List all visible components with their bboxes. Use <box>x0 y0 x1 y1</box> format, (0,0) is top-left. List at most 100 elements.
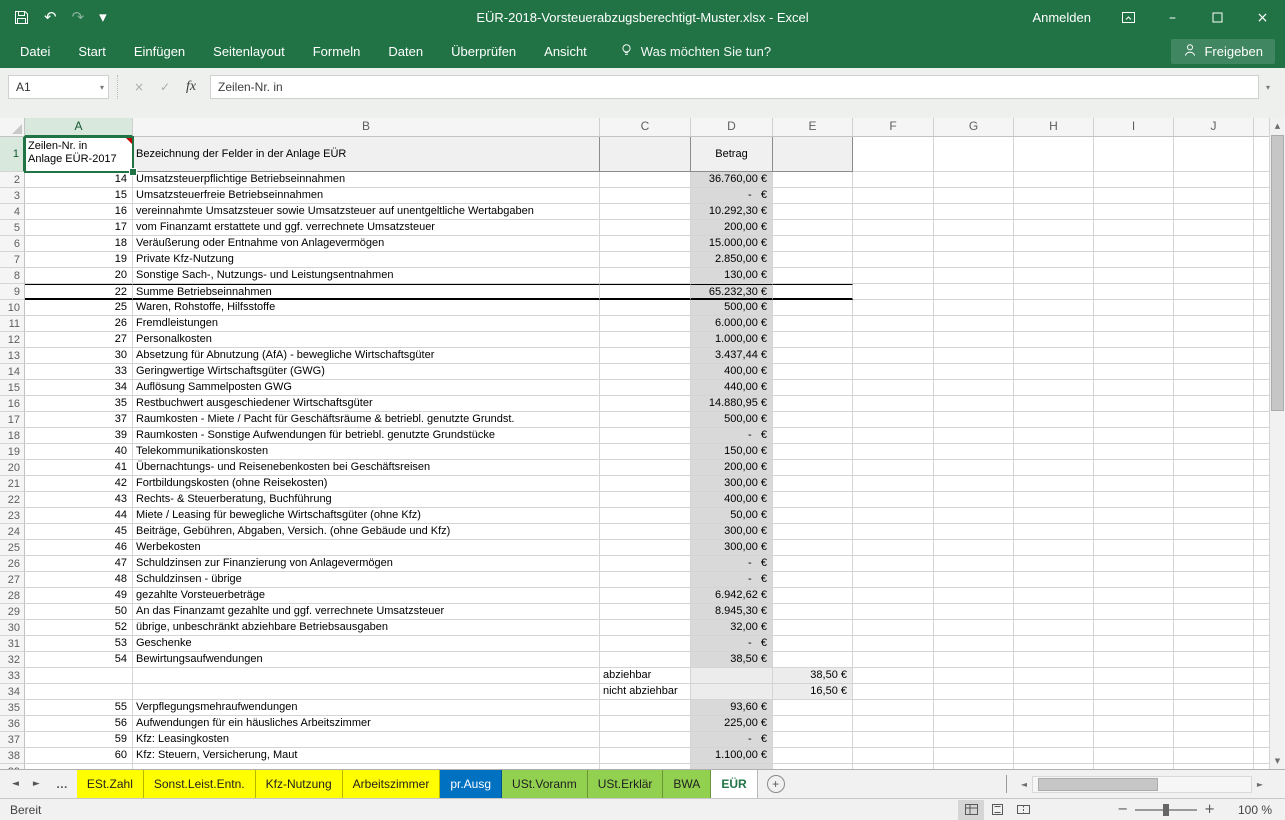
cell[interactable] <box>1094 460 1174 476</box>
column-header[interactable]: H <box>1014 118 1094 137</box>
cell[interactable]: Summe Betriebseinnahmen <box>133 284 600 300</box>
cell[interactable]: 1.000,00 € <box>691 332 773 348</box>
sheet-tab[interactable]: USt.Voranm <box>502 770 588 798</box>
cell[interactable] <box>600 412 691 428</box>
cell[interactable]: 26 <box>25 316 133 332</box>
cell[interactable] <box>1174 716 1254 732</box>
cell[interactable] <box>1014 396 1094 412</box>
cell[interactable] <box>1094 204 1174 220</box>
cell[interactable] <box>1014 172 1094 188</box>
cell[interactable] <box>934 556 1014 572</box>
cell[interactable] <box>773 588 853 604</box>
cell[interactable] <box>853 428 934 444</box>
add-sheet-button[interactable]: + <box>767 775 785 793</box>
cell[interactable]: - € <box>691 636 773 652</box>
cell[interactable] <box>773 572 853 588</box>
row-header[interactable]: 8 <box>0 268 25 284</box>
row-header[interactable]: 5 <box>0 220 25 236</box>
page-break-view-icon[interactable] <box>1010 800 1036 820</box>
cell[interactable] <box>853 137 934 172</box>
cell[interactable] <box>1174 492 1254 508</box>
cell[interactable] <box>1094 492 1174 508</box>
cell[interactable] <box>934 316 1014 332</box>
row-header[interactable]: 16 <box>0 396 25 412</box>
save-icon[interactable] <box>14 10 29 25</box>
cell[interactable]: 17 <box>25 220 133 236</box>
cell[interactable] <box>934 444 1014 460</box>
cell[interactable] <box>934 684 1014 700</box>
sheet-tab-overflow[interactable]: … <box>47 777 77 791</box>
cell[interactable]: 54 <box>25 652 133 668</box>
cell-C1[interactable] <box>600 137 691 172</box>
cell[interactable]: Werbekosten <box>133 540 600 556</box>
cell[interactable] <box>1094 172 1174 188</box>
redo-icon[interactable]: ↷ <box>72 10 85 25</box>
cell[interactable] <box>1094 748 1174 764</box>
cell[interactable] <box>773 300 853 316</box>
cell[interactable] <box>934 508 1014 524</box>
cell[interactable] <box>773 428 853 444</box>
cell[interactable] <box>934 348 1014 364</box>
cell[interactable]: 200,00 € <box>691 460 773 476</box>
cell[interactable] <box>853 572 934 588</box>
cell[interactable] <box>1094 652 1174 668</box>
zoom-level[interactable]: 100 % <box>1222 803 1285 817</box>
cell[interactable] <box>600 428 691 444</box>
cell[interactable]: Miete / Leasing für bewegliche Wirtschaf… <box>133 508 600 524</box>
sheet-tab[interactable]: BWA <box>663 770 711 798</box>
cell[interactable] <box>600 556 691 572</box>
column-header[interactable]: C <box>600 118 691 137</box>
cell[interactable]: Bewirtungsaufwendungen <box>133 652 600 668</box>
cell[interactable]: Raumkosten - Sonstige Aufwendungen für b… <box>133 428 600 444</box>
cell[interactable]: Telekommunikationskosten <box>133 444 600 460</box>
cell[interactable]: 55 <box>25 700 133 716</box>
cell[interactable] <box>600 476 691 492</box>
cell[interactable] <box>1174 476 1254 492</box>
row-header[interactable]: 37 <box>0 732 25 748</box>
cell[interactable]: 16 <box>25 204 133 220</box>
cell[interactable] <box>1014 332 1094 348</box>
formula-input[interactable]: Zeilen-Nr. in <box>210 75 1259 99</box>
cell[interactable]: 59 <box>25 732 133 748</box>
cell[interactable] <box>773 476 853 492</box>
cell[interactable] <box>1174 524 1254 540</box>
row-header[interactable]: 13 <box>0 348 25 364</box>
cell[interactable]: 33 <box>25 364 133 380</box>
cell[interactable]: Restbuchwert ausgeschiedener Wirtschafts… <box>133 396 600 412</box>
cell[interactable] <box>773 220 853 236</box>
cell[interactable]: 400,00 € <box>691 492 773 508</box>
cell[interactable]: 300,00 € <box>691 476 773 492</box>
cell[interactable]: Übernachtungs- und Reisenebenkosten bei … <box>133 460 600 476</box>
cell[interactable] <box>853 588 934 604</box>
cell[interactable] <box>1014 652 1094 668</box>
cell[interactable] <box>1174 636 1254 652</box>
row-header[interactable]: 11 <box>0 316 25 332</box>
row-header[interactable]: 21 <box>0 476 25 492</box>
row-header[interactable]: 35 <box>0 700 25 716</box>
cell[interactable]: 38,50 € <box>691 652 773 668</box>
cell[interactable] <box>1014 412 1094 428</box>
cell[interactable]: Auflösung Sammelposten GWG <box>133 380 600 396</box>
column-header[interactable]: G <box>934 118 1014 137</box>
ribbon-tab[interactable]: Start <box>64 35 119 68</box>
cell[interactable] <box>773 716 853 732</box>
cell[interactable] <box>1094 636 1174 652</box>
cell[interactable]: 300,00 € <box>691 540 773 556</box>
cell[interactable] <box>1174 300 1254 316</box>
cell[interactable] <box>773 348 853 364</box>
cell[interactable]: 2.850,00 € <box>691 252 773 268</box>
ribbon-tab[interactable]: Daten <box>374 35 437 68</box>
cell[interactable] <box>1014 668 1094 684</box>
cell[interactable]: 19 <box>25 252 133 268</box>
row-header[interactable]: 24 <box>0 524 25 540</box>
sheet-nav-next-icon[interactable]: ► <box>26 779 47 789</box>
cell[interactable]: 49 <box>25 588 133 604</box>
ribbon-tab[interactable]: Datei <box>6 35 64 68</box>
cell[interactable]: 39 <box>25 428 133 444</box>
cell[interactable]: 46 <box>25 540 133 556</box>
vertical-scrollbar[interactable]: ▲ ▼ <box>1269 118 1285 769</box>
cell[interactable] <box>853 332 934 348</box>
cell[interactable] <box>1174 137 1254 172</box>
scroll-up-icon[interactable]: ▲ <box>1270 118 1285 134</box>
cell-D1[interactable]: Betrag <box>691 137 773 172</box>
